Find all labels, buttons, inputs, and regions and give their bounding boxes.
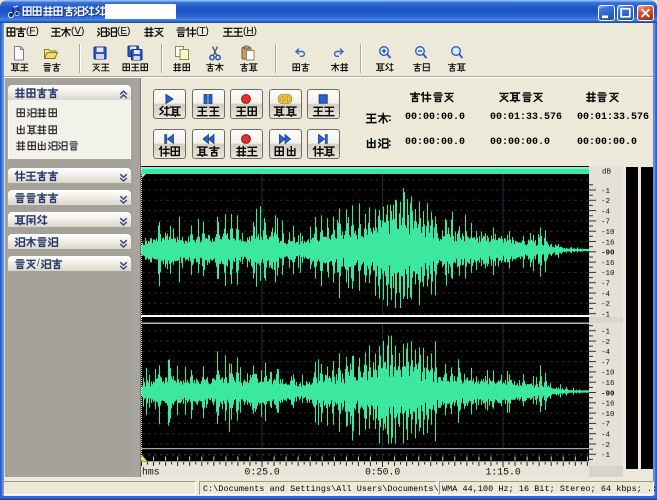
- svg-text:1:15.0: 1:15.0: [486, 467, 521, 478]
- svg-text:0:25.0: 0:25.0: [245, 467, 280, 478]
- svg-text:hms: hms: [142, 467, 160, 478]
- svg-text:0:50.0: 0:50.0: [365, 467, 400, 478]
